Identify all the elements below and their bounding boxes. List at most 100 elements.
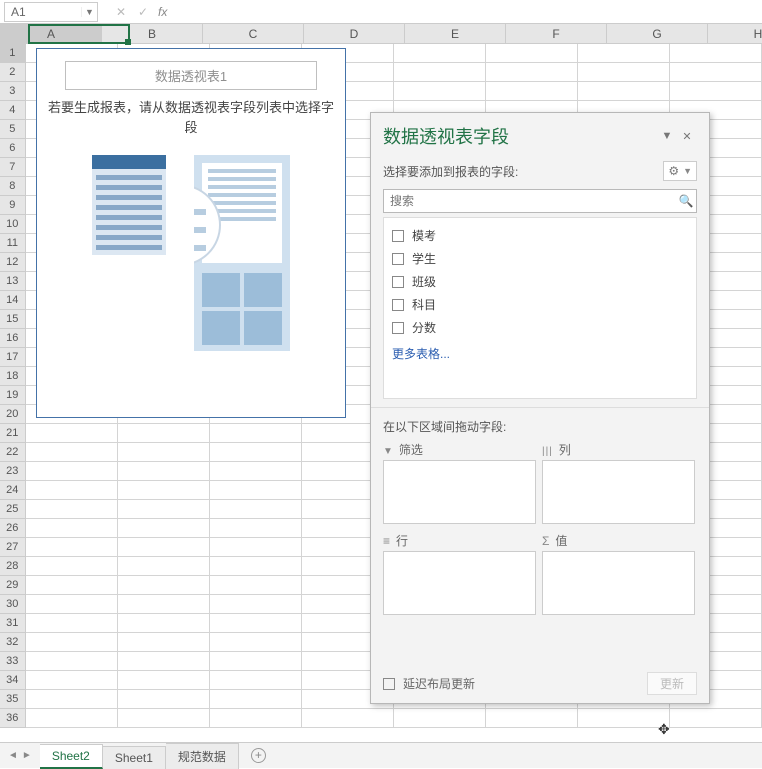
cell[interactable] [26, 557, 118, 576]
cell[interactable] [210, 633, 302, 652]
row-header[interactable]: 33 [0, 652, 26, 671]
cell[interactable] [118, 652, 210, 671]
cell[interactable] [26, 424, 118, 443]
cell[interactable] [210, 481, 302, 500]
row-header[interactable]: 16 [0, 329, 26, 348]
cell[interactable] [210, 671, 302, 690]
cell[interactable] [486, 44, 578, 63]
cell[interactable] [26, 538, 118, 557]
row-header[interactable]: 14 [0, 291, 26, 310]
tab-nav-next-icon[interactable]: ► [22, 750, 32, 761]
area-values[interactable]: 值 [542, 530, 695, 615]
row-header[interactable]: 24 [0, 481, 26, 500]
cell[interactable] [210, 500, 302, 519]
panel-tools-button[interactable]: ▼ [663, 161, 697, 181]
field-search[interactable]: 🔍 [383, 189, 697, 213]
row-header[interactable]: 13 [0, 272, 26, 291]
row-header[interactable]: 27 [0, 538, 26, 557]
field-checkbox[interactable] [392, 322, 404, 334]
column-header[interactable]: B [102, 24, 203, 43]
row-header[interactable]: 11 [0, 234, 26, 253]
row-header[interactable]: 28 [0, 557, 26, 576]
cell[interactable] [118, 557, 210, 576]
area-filter-box[interactable] [383, 460, 536, 524]
cell[interactable] [670, 709, 762, 728]
cell[interactable] [486, 82, 578, 101]
panel-dropdown-icon[interactable]: ▼ [657, 130, 677, 142]
select-all-corner[interactable] [0, 24, 1, 44]
cell[interactable] [26, 500, 118, 519]
column-header[interactable]: A [1, 24, 102, 43]
cell[interactable] [118, 690, 210, 709]
cell[interactable] [118, 462, 210, 481]
row-header[interactable]: 2 [0, 63, 26, 82]
row-header[interactable]: 4 [0, 101, 26, 120]
field-checkbox[interactable] [392, 230, 404, 242]
row-header[interactable]: 12 [0, 253, 26, 272]
cell[interactable] [26, 576, 118, 595]
column-header[interactable]: D [304, 24, 405, 43]
row-header[interactable]: 32 [0, 633, 26, 652]
name-box-dropdown-icon[interactable]: ▼ [81, 7, 97, 17]
cell[interactable] [210, 652, 302, 671]
cell[interactable] [118, 538, 210, 557]
cell[interactable] [210, 595, 302, 614]
update-button[interactable]: 更新 [647, 672, 697, 695]
cell[interactable] [578, 63, 670, 82]
field-list-item[interactable]: 分数 [390, 316, 690, 339]
cell[interactable] [210, 443, 302, 462]
column-header[interactable]: F [506, 24, 607, 43]
cell[interactable] [670, 44, 762, 63]
row-header[interactable]: 8 [0, 177, 26, 196]
formula-input[interactable] [167, 2, 762, 22]
row-header[interactable]: 15 [0, 310, 26, 329]
cell[interactable] [118, 595, 210, 614]
cell[interactable] [210, 538, 302, 557]
sheet-tab[interactable]: 规范数据 [166, 743, 239, 769]
cell[interactable] [26, 709, 118, 728]
cell[interactable] [210, 709, 302, 728]
column-header[interactable]: G [607, 24, 708, 43]
row-header[interactable]: 26 [0, 519, 26, 538]
cell[interactable] [26, 443, 118, 462]
cell[interactable] [26, 462, 118, 481]
row-header[interactable]: 21 [0, 424, 26, 443]
cell[interactable] [26, 690, 118, 709]
more-tables-link[interactable]: 更多表格... [390, 339, 690, 368]
cell[interactable] [210, 424, 302, 443]
cell[interactable] [118, 633, 210, 652]
area-filter[interactable]: 筛选 [383, 439, 536, 524]
row-header[interactable]: 29 [0, 576, 26, 595]
row-header[interactable]: 31 [0, 614, 26, 633]
tab-nav-prev-icon[interactable]: ◄ [8, 750, 18, 761]
field-list-item[interactable]: 班级 [390, 270, 690, 293]
cell[interactable] [210, 462, 302, 481]
cell[interactable] [118, 424, 210, 443]
column-header[interactable]: H [708, 24, 762, 43]
field-checkbox[interactable] [392, 299, 404, 311]
row-header[interactable]: 6 [0, 139, 26, 158]
cell[interactable] [486, 63, 578, 82]
sheet-tab[interactable]: Sheet1 [103, 746, 166, 769]
area-rows[interactable]: 行 [383, 530, 536, 615]
row-header[interactable]: 19 [0, 386, 26, 405]
cell[interactable] [578, 709, 670, 728]
row-header[interactable]: 25 [0, 500, 26, 519]
area-values-box[interactable] [542, 551, 695, 615]
add-sheet-button[interactable]: + [239, 748, 278, 763]
area-rows-box[interactable] [383, 551, 536, 615]
name-box-value[interactable]: A1 [5, 5, 81, 19]
cell[interactable] [302, 709, 394, 728]
search-icon[interactable]: 🔍 [676, 190, 696, 212]
cancel-icon[interactable]: ✕ [110, 5, 132, 19]
cell[interactable] [210, 614, 302, 633]
cell[interactable] [26, 519, 118, 538]
column-header[interactable]: C [203, 24, 304, 43]
column-header[interactable]: E [405, 24, 506, 43]
field-list[interactable]: 模考学生班级科目分数更多表格... [383, 217, 697, 399]
row-header[interactable]: 35 [0, 690, 26, 709]
row-header[interactable]: 30 [0, 595, 26, 614]
cell[interactable] [118, 500, 210, 519]
row-header[interactable]: 20 [0, 405, 26, 424]
cell[interactable] [670, 82, 762, 101]
